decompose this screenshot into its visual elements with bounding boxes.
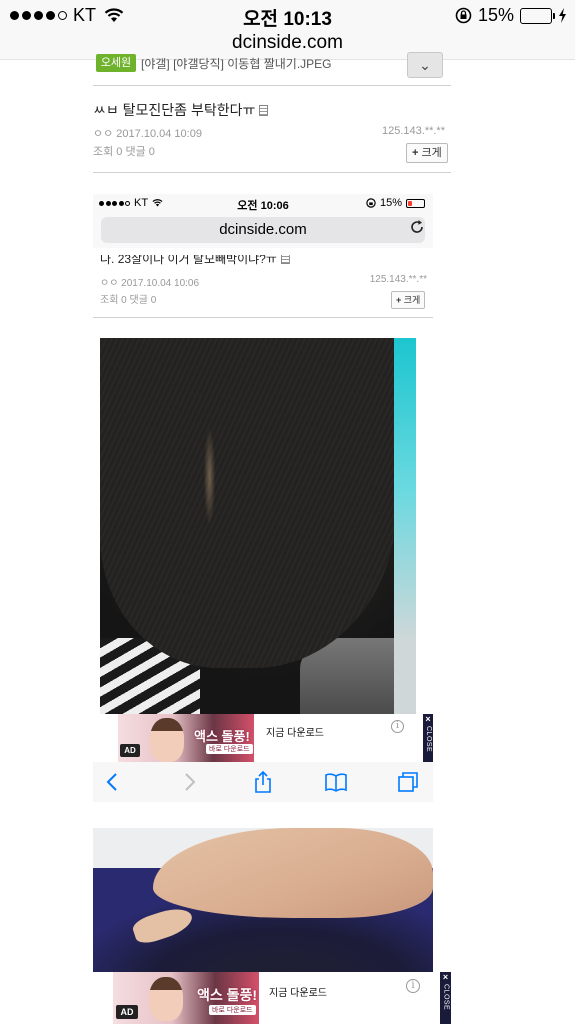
- divider: [93, 85, 451, 86]
- document-icon: [280, 255, 290, 264]
- battery-icon: [406, 198, 425, 208]
- back-arrow-icon[interactable]: [101, 770, 125, 794]
- ad-sub: 바로 다운로드: [206, 744, 253, 754]
- gallery-badge: 오세원: [96, 54, 136, 72]
- inner-url-field[interactable]: dcinside.com: [101, 217, 425, 243]
- info-icon[interactable]: i: [391, 720, 404, 733]
- ad-label: AD: [116, 1005, 138, 1019]
- inner-post-author-date: ㅇㅇ 2017.10.04 10:06: [100, 278, 200, 289]
- status-bar: KT 오전 10:13 15%: [0, 0, 575, 32]
- ad-headline: 액스 돌풍!: [194, 729, 250, 744]
- post-ip: 125.143.**.**: [382, 125, 445, 137]
- close-label: CLOSE: [442, 984, 450, 1011]
- scalp-photo-hand[interactable]: [93, 828, 433, 980]
- ad-cta[interactable]: 지금 다운로드: [269, 984, 327, 999]
- ad-banner[interactable]: 액스 돌풍! 바로 다운로드 AD 지금 다운로드 i × CLOSE: [93, 972, 451, 1024]
- chevron-down-icon[interactable]: ⌄: [407, 52, 443, 78]
- post-author-date: ㅇㅇ 2017.10.04 10:09: [93, 128, 202, 140]
- tabs-icon[interactable]: [396, 770, 420, 794]
- inner-post-title-row[interactable]: 나. 23살이다 이거 탈모빼박이냐?ㅠ: [100, 255, 290, 267]
- ad-banner[interactable]: 액스 돌풍! 바로 다운로드 AD 지금 다운로드 i × CLOSE: [93, 714, 433, 762]
- ad-sub: 바로 다운로드: [209, 1005, 256, 1015]
- cropped-post-title[interactable]: [야갤] [야갤당직] 이동협 짤내기.JPEG: [141, 55, 332, 72]
- info-icon[interactable]: i: [406, 979, 420, 993]
- close-icon: ×: [425, 714, 431, 724]
- divider: [93, 317, 433, 318]
- ad-label: AD: [120, 744, 140, 757]
- post-title[interactable]: ㅆㅂ 탈모진단좀 부탁한다ㅠ: [93, 102, 255, 118]
- inner-enlarge-button[interactable]: + 크게: [391, 291, 426, 309]
- ad-cta[interactable]: 지금 다운로드: [266, 724, 324, 739]
- close-label: CLOSE: [425, 726, 432, 753]
- inner-status-bar: KT 오전 10:06 15%: [93, 194, 433, 214]
- forward-arrow-icon[interactable]: [177, 770, 201, 794]
- ad-close-button[interactable]: × CLOSE: [440, 972, 451, 1024]
- enlarge-button[interactable]: + 크게: [406, 143, 448, 163]
- ad-close-button[interactable]: × CLOSE: [423, 714, 433, 762]
- battery-percent: 15%: [477, 5, 514, 25]
- url-domain: dcinside.com: [232, 32, 343, 53]
- inner-post-stats: 조회 0 댓글 0: [100, 295, 157, 306]
- close-icon: ×: [442, 972, 449, 982]
- bookmarks-icon[interactable]: [324, 770, 348, 794]
- safari-toolbar: [93, 762, 433, 802]
- inner-url-bar-wrap: dcinside.com: [93, 214, 433, 248]
- share-icon[interactable]: [251, 770, 275, 794]
- charging-bolt-icon: [559, 8, 566, 23]
- post-stats: 조회 0 댓글 0: [93, 146, 155, 158]
- enlarge-label: 크게: [421, 147, 442, 159]
- scalp-photo-top[interactable]: [100, 338, 416, 716]
- document-icon: [259, 105, 269, 116]
- reload-icon[interactable]: [409, 219, 425, 235]
- battery-icon: [520, 7, 555, 24]
- divider: [93, 172, 451, 173]
- inner-enlarge-label: 크게: [403, 295, 421, 305]
- inner-url: dcinside.com: [219, 221, 307, 238]
- rotation-lock-icon: [366, 198, 376, 208]
- rotation-lock-icon: [455, 7, 472, 24]
- ad-headline: 액스 돌풍!: [197, 987, 258, 1003]
- inner-post-title[interactable]: 나. 23살이다 이거 탈모빼박이냐?ㅠ: [100, 255, 277, 266]
- inner-status-right: 15%: [366, 197, 425, 209]
- inner-battery-percent: 15%: [379, 197, 402, 209]
- inner-post-ip: 125.143.**.**: [369, 274, 427, 285]
- cropped-post-row: 오세원 [야갤] [야갤당직] 이동협 짤내기.JPEG ⌄: [93, 52, 451, 82]
- status-right: 15%: [455, 5, 567, 26]
- plus-icon: +: [412, 147, 419, 159]
- plus-icon: +: [396, 295, 402, 305]
- post-title-row[interactable]: ㅆㅂ 탈모진단좀 부탁한다ㅠ: [93, 100, 269, 120]
